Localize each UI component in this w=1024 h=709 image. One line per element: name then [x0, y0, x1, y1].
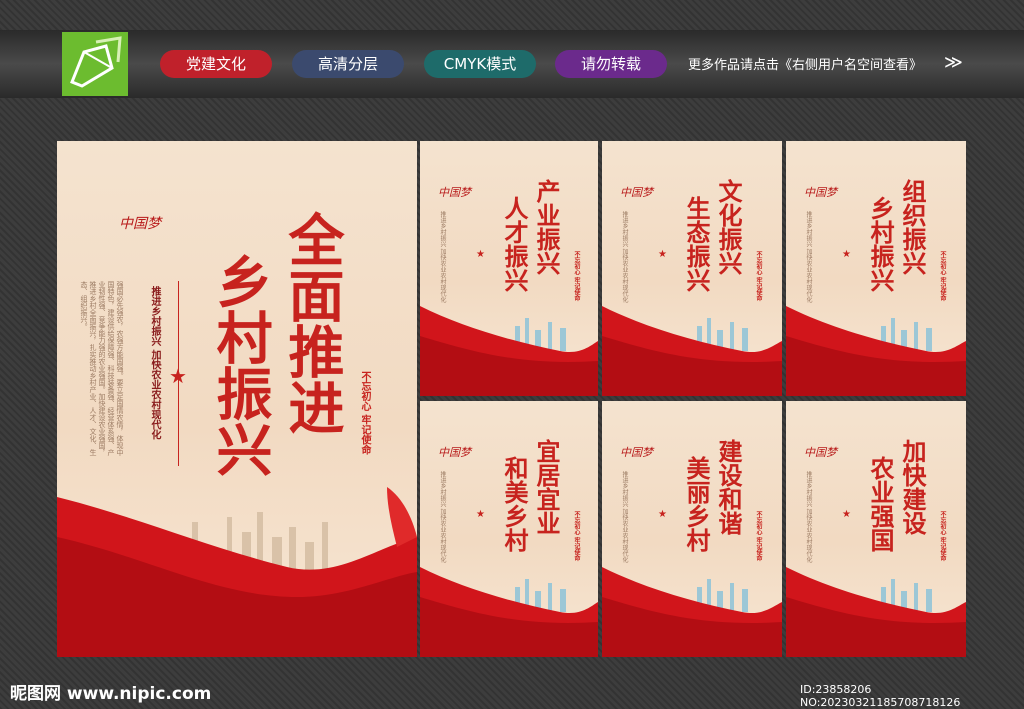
poster-small-text: 推进乡村振兴 加快农业农村现代化	[439, 471, 446, 563]
poster-small-text: 推进乡村振兴 加快农业农村现代化	[805, 471, 812, 563]
poster-motto: 不忘初心 牢记使命	[939, 511, 946, 562]
poster-harmonious-village: 中国梦 推进乡村振兴 加快农业农村现代化 ★ 美丽乡村 建设和谐 不忘初心 牢记…	[602, 401, 782, 657]
poster-title-line2: 美丽乡村	[682, 456, 711, 552]
poster-title-line1: 文化振兴	[714, 179, 743, 275]
poster-title-line2: 生态振兴	[682, 196, 711, 292]
red-ribbon-graphic	[602, 567, 782, 657]
star-icon: ★	[476, 509, 485, 520]
poster-motto: 不忘初心 牢记使命	[573, 251, 580, 302]
star-icon: ★	[658, 509, 667, 520]
poster-title-line1: 加快建设	[898, 439, 927, 535]
poster-title-line2: 和美乡村	[500, 456, 529, 552]
double-arrow-icon[interactable]: ≫	[944, 54, 963, 72]
poster-title-line2: 农业强国	[866, 456, 895, 552]
china-dream-logo: 中国梦	[438, 446, 471, 459]
star-icon: ★	[842, 509, 851, 520]
china-dream-logo: 中国梦	[804, 446, 837, 459]
tag-hd-layers[interactable]: 高清分层	[292, 50, 404, 78]
poster-industry-talent: 中国梦 推进乡村振兴 加快农业农村现代化 ★ 人才振兴 产业振兴 不忘初心 牢记…	[420, 141, 598, 396]
poster-livable-village: 中国梦 推进乡村振兴 加快农业农村现代化 ★ 和美乡村 宜居宜业 不忘初心 牢记…	[420, 401, 598, 657]
poster-motto: 不忘初心 牢记使命	[939, 251, 946, 302]
poster-title-line1: 宜居宜业	[532, 439, 561, 535]
red-ribbon-graphic	[786, 567, 966, 657]
image-id: ID:23858206 NO:20230321185708718126	[800, 683, 961, 709]
china-dream-logo: 中国梦	[620, 446, 653, 459]
site-watermark: 昵图网 www.nipic.com	[10, 684, 212, 704]
main-poster-body: 强国必先强农，农强方能国强。要立足国情农情，体现中国特色，建设供给保障强、科技装…	[80, 281, 124, 456]
main-poster-motto: 不忘初心 牢记使命	[359, 371, 370, 455]
poster-title-line1: 建设和谐	[714, 439, 743, 535]
poster-agricultural-power: 中国梦 推进乡村振兴 加快农业农村现代化 ★ 农业强国 加快建设 不忘初心 牢记…	[786, 401, 966, 657]
poster-motto: 不忘初心 牢记使命	[573, 511, 580, 562]
star-icon: ★	[169, 364, 187, 388]
main-poster: 中国梦 强国必先强农，农强方能国强。要立足国情农情，体现中国特色，建设供给保障强…	[57, 141, 417, 657]
main-title-line2: 乡村振兴	[207, 253, 273, 477]
red-ribbon-graphic	[786, 306, 966, 396]
star-icon: ★	[842, 249, 851, 260]
poster-title-line1: 产业振兴	[532, 179, 561, 275]
poster-title-line1: 组织振兴	[898, 179, 927, 275]
red-ribbon-graphic	[420, 567, 598, 657]
pen-logo-icon[interactable]	[62, 32, 128, 96]
poster-organization-rural: 中国梦 推进乡村振兴 加快农业农村现代化 ★ 乡村振兴 组织振兴 不忘初心 牢记…	[786, 141, 966, 396]
poster-small-text: 推进乡村振兴 加快农业农村现代化	[439, 211, 446, 303]
poster-motto: 不忘初心 牢记使命	[755, 511, 762, 562]
poster-small-text: 推进乡村振兴 加快农业农村现代化	[805, 211, 812, 303]
tag-no-repost[interactable]: 请勿转载	[555, 50, 667, 78]
more-works-notice[interactable]: 更多作品请点击《右侧用户名空间查看》	[688, 54, 922, 73]
main-poster-subtitle: 推进乡村振兴 加快农业农村现代化	[149, 286, 160, 440]
poster-motto: 不忘初心 牢记使命	[755, 251, 762, 302]
china-dream-logo: 中国梦	[438, 186, 471, 199]
poster-small-text: 推进乡村振兴 加快农业农村现代化	[621, 211, 628, 303]
tag-cmyk-mode[interactable]: CMYK模式	[424, 50, 536, 78]
poster-title-line2: 人才振兴	[500, 196, 529, 292]
poster-small-text: 推进乡村振兴 加快农业农村现代化	[621, 471, 628, 563]
poster-title-line2: 乡村振兴	[866, 196, 895, 292]
china-dream-logo: 中国梦	[620, 186, 653, 199]
main-title-line1: 全面推进	[279, 211, 345, 435]
poster-culture-ecology: 中国梦 推进乡村振兴 加快农业农村现代化 ★ 生态振兴 文化振兴 不忘初心 牢记…	[602, 141, 782, 396]
red-ribbon-graphic	[420, 306, 598, 396]
star-icon: ★	[658, 249, 667, 260]
china-dream-logo: 中国梦	[804, 186, 837, 199]
red-ribbon-graphic	[57, 487, 417, 657]
red-ribbon-graphic	[602, 306, 782, 396]
china-dream-logo: 中国梦	[119, 216, 161, 232]
tag-party-culture[interactable]: 党建文化	[160, 50, 272, 78]
star-icon: ★	[476, 249, 485, 260]
